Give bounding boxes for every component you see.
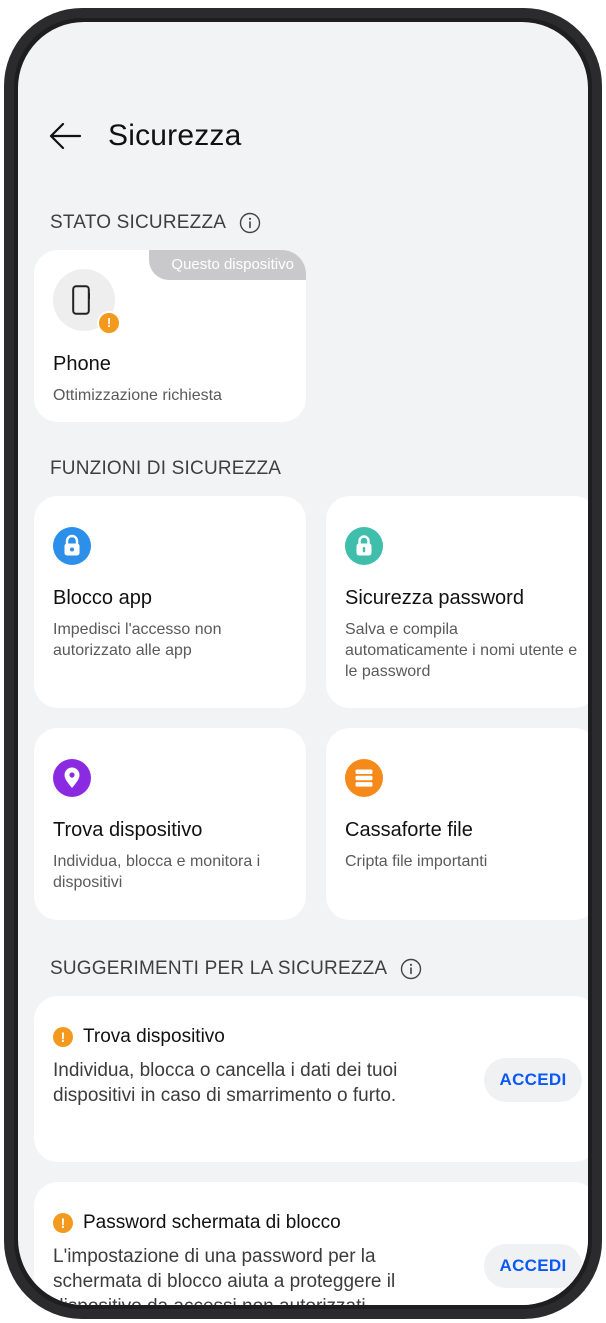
section-header-suggestions-label: SUGGERIMENTI PER LA SICUREZZA	[50, 958, 388, 979]
warning-badge-icon: !	[97, 311, 121, 335]
back-arrow-icon[interactable]	[48, 121, 82, 151]
this-device-badge: Questo dispositivo	[149, 250, 306, 280]
device-name: Phone	[53, 353, 111, 375]
safe-icon	[345, 759, 383, 797]
info-icon[interactable]	[239, 212, 261, 234]
accedi-button[interactable]: ACCEDI	[484, 1244, 582, 1288]
suggestion-description: L'impostazione di una password per la sc…	[53, 1246, 396, 1305]
device-status-text: Ottimizzazione richiesta	[53, 387, 222, 404]
location-pin-icon	[53, 759, 91, 797]
suggestion-card-find-device: ! Trova dispositivo Individua, blocca o …	[34, 996, 588, 1162]
feature-title: Blocco app	[53, 587, 152, 609]
suggestion-title: Trova dispositivo	[83, 1026, 225, 1047]
phone-frame: Sicurezza STATO SICUREZZA Questo disposi…	[4, 8, 602, 1319]
feature-description: Cripta file importanti	[345, 853, 488, 870]
feature-card-password-security[interactable]: Sicurezza password Salva e compila autom…	[326, 496, 588, 708]
warning-icon: !	[53, 1213, 73, 1233]
feature-title: Sicurezza password	[345, 587, 524, 609]
device-status-card[interactable]: Questo dispositivo ! Phone Ottimizzazion…	[34, 250, 306, 422]
feature-card-app-lock[interactable]: Blocco app Impedisci l'accesso non autor…	[34, 496, 306, 708]
suggestion-description: Individua, blocca o cancella i dati dei …	[53, 1060, 398, 1106]
settings-page: Sicurezza STATO SICUREZZA Questo disposi…	[18, 22, 588, 1305]
suggestion-title: Password schermata di blocco	[83, 1212, 341, 1233]
lock-icon	[53, 527, 91, 565]
section-header-suggestions: SUGGERIMENTI PER LA SICUREZZA	[50, 958, 422, 980]
feature-description: Impedisci l'accesso non autorizzato alle…	[53, 621, 222, 659]
feature-card-file-safe[interactable]: Cassaforte file Cripta file importanti	[326, 728, 588, 920]
page-title: Sicurezza	[108, 119, 242, 152]
device-icon-circle: !	[53, 269, 121, 335]
section-header-functions: FUNZIONI DI SICUREZZA	[50, 458, 281, 480]
suggestion-title-row: ! Password schermata di blocco	[53, 1212, 341, 1234]
accedi-button[interactable]: ACCEDI	[484, 1058, 582, 1102]
suggestion-card-lock-screen-password: ! Password schermata di blocco L'imposta…	[34, 1182, 588, 1305]
warning-icon: !	[53, 1027, 73, 1047]
screen: Sicurezza STATO SICUREZZA Questo disposi…	[18, 22, 588, 1305]
app-bar: Sicurezza	[48, 114, 242, 158]
feature-card-find-device[interactable]: Trova dispositivo Individua, blocca e mo…	[34, 728, 306, 920]
phone-icon	[72, 285, 90, 315]
feature-description: Individua, blocca e monitora i dispositi…	[53, 853, 261, 891]
suggestion-title-row: ! Trova dispositivo	[53, 1026, 225, 1048]
password-lock-icon	[345, 527, 383, 565]
section-header-status: STATO SICUREZZA	[50, 212, 261, 234]
feature-title: Cassaforte file	[345, 819, 473, 841]
feature-title: Trova dispositivo	[53, 819, 203, 841]
section-header-status-label: STATO SICUREZZA	[50, 212, 227, 233]
feature-description: Salva e compila automaticamente i nomi u…	[345, 621, 578, 680]
section-header-functions-label: FUNZIONI DI SICUREZZA	[50, 458, 282, 479]
info-icon[interactable]	[400, 958, 422, 980]
